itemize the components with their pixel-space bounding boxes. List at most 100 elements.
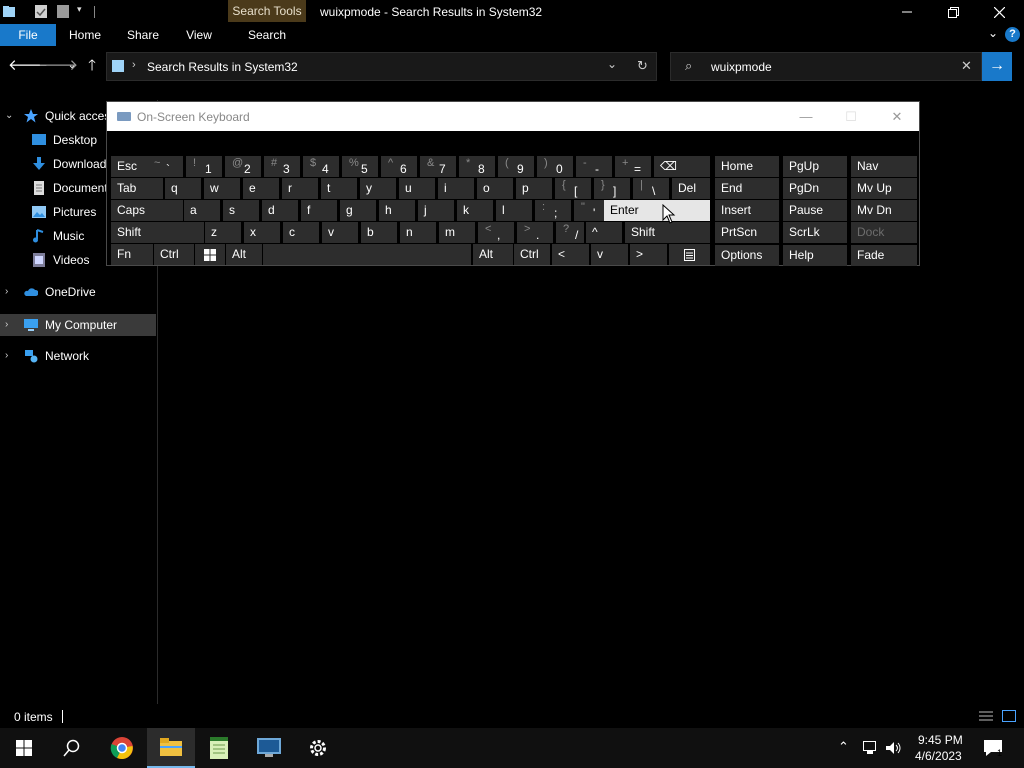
search-go-button[interactable]: →: [982, 52, 1012, 81]
notepad-app[interactable]: [196, 728, 244, 768]
key-s[interactable]: s: [223, 200, 259, 221]
key-row2-11[interactable]: {[: [555, 178, 591, 199]
chrome-app[interactable]: [98, 728, 146, 768]
key-f[interactable]: f: [301, 200, 337, 221]
clock-date[interactable]: 4/6/2023: [915, 749, 962, 763]
key-prtscn[interactable]: PrtScn: [715, 222, 779, 243]
key-del[interactable]: Del: [672, 178, 710, 199]
show-hidden-icons-icon[interactable]: ⌃: [838, 739, 849, 755]
expand-chevron-icon[interactable]: ›: [5, 345, 8, 367]
close-button[interactable]: [976, 0, 1022, 24]
forward-button[interactable]: 🡒: [38, 56, 78, 76]
osk-close-button[interactable]: ✕: [882, 107, 912, 127]
key-row4-9[interactable]: >.: [517, 222, 553, 243]
key-x[interactable]: x: [244, 222, 280, 243]
key-e[interactable]: e: [243, 178, 279, 199]
large-icons-view-icon[interactable]: [1002, 710, 1016, 722]
search-box[interactable]: ⌕ wuixpmode ✕: [670, 52, 982, 81]
key-menu[interactable]: [669, 244, 710, 265]
key-scrlk[interactable]: ScrLk: [783, 222, 847, 243]
key-n[interactable]: n: [400, 222, 436, 243]
clock-time[interactable]: 9:45 PM: [918, 733, 963, 747]
key-y[interactable]: y: [360, 178, 396, 199]
key-esc[interactable]: Esc: [111, 156, 147, 177]
key-row1-14[interactable]: ⌫: [654, 156, 710, 177]
key-help[interactable]: Help: [783, 245, 847, 266]
key-2[interactable]: @2: [225, 156, 261, 177]
key-row4-11[interactable]: ^: [586, 222, 622, 243]
key-insert[interactable]: Insert: [715, 200, 779, 221]
key-row3-11[interactable]: " ': [574, 200, 604, 221]
new-folder-icon[interactable]: [56, 4, 70, 19]
key-8[interactable]: * 8: [459, 156, 495, 177]
notifications-icon[interactable]: 1: [983, 739, 1003, 757]
key-r[interactable]: r: [282, 178, 318, 199]
nav-network[interactable]: › Network: [0, 345, 156, 367]
recent-locations-button[interactable]: ⌄: [62, 56, 82, 76]
osk-maximize-button[interactable]: ☐: [836, 107, 866, 127]
help-icon[interactable]: ?: [1005, 27, 1020, 42]
expand-chevron-icon[interactable]: ⌄: [5, 105, 13, 127]
tab-search[interactable]: Search: [236, 24, 298, 46]
key-pgdn[interactable]: PgDn: [783, 178, 847, 199]
key-l[interactable]: l: [496, 200, 532, 221]
properties-icon[interactable]: [34, 4, 48, 19]
key-tab[interactable]: Tab: [111, 178, 163, 199]
tab-view[interactable]: View: [176, 24, 222, 46]
folder-icon[interactable]: [2, 4, 16, 19]
chevron-down-icon[interactable]: ⌄: [988, 26, 998, 40]
key-i[interactable]: i: [438, 178, 474, 199]
key-alt[interactable]: Alt: [473, 244, 513, 265]
key-q[interactable]: q: [165, 178, 201, 199]
key-j[interactable]: j: [418, 200, 454, 221]
tab-share[interactable]: Share: [120, 24, 166, 46]
address-dropdown-icon[interactable]: ⌄: [607, 57, 617, 71]
search-input[interactable]: wuixpmode: [711, 60, 772, 74]
key-nav[interactable]: Nav: [851, 156, 917, 177]
key-9[interactable]: (9: [498, 156, 534, 177]
expand-chevron-icon[interactable]: ›: [5, 281, 8, 303]
key-p[interactable]: p: [516, 178, 552, 199]
key-k[interactable]: k: [457, 200, 493, 221]
volume-icon[interactable]: [886, 741, 902, 755]
key-windows[interactable]: [195, 244, 225, 265]
key-v[interactable]: v: [322, 222, 358, 243]
key-row4-10[interactable]: ? /: [556, 222, 584, 243]
restore-button[interactable]: [930, 0, 976, 24]
key-h[interactable]: h: [379, 200, 415, 221]
key-m[interactable]: m: [439, 222, 475, 243]
search-button[interactable]: [48, 728, 96, 768]
osk-title-bar[interactable]: On-Screen Keyboard — ☐ ✕: [107, 102, 919, 131]
osk-minimize-button[interactable]: —: [791, 107, 821, 127]
key-0[interactable]: ) 0: [537, 156, 573, 177]
key-3[interactable]: #3: [264, 156, 300, 177]
clear-search-icon[interactable]: ✕: [961, 58, 972, 74]
key-space[interactable]: [263, 244, 471, 265]
network-status-icon[interactable]: [863, 741, 879, 755]
key-mvdn[interactable]: Mv Dn: [851, 200, 917, 221]
refresh-icon[interactable]: ↻: [637, 58, 648, 74]
nav-onedrive[interactable]: › OneDrive: [0, 281, 156, 303]
key-row1-12[interactable]: --: [576, 156, 612, 177]
start-button[interactable]: [0, 728, 48, 768]
key-7[interactable]: & 7: [420, 156, 456, 177]
key-fade[interactable]: Fade: [851, 245, 917, 266]
minimize-button[interactable]: [884, 0, 930, 24]
key-6[interactable]: ^ 6: [381, 156, 417, 177]
key-shift[interactable]: Shift: [111, 222, 204, 243]
key-row1-13[interactable]: + =: [615, 156, 651, 177]
address-bar[interactable]: › Search Results in System32 ⌄ ↻: [106, 52, 657, 81]
key-ctrl[interactable]: Ctrl: [154, 244, 194, 265]
key-o[interactable]: o: [477, 178, 513, 199]
key-alt[interactable]: Alt: [226, 244, 262, 265]
key-z[interactable]: z: [205, 222, 241, 243]
key-end[interactable]: End: [715, 178, 779, 199]
key-u[interactable]: u: [399, 178, 435, 199]
key-row3-10[interactable]: :;: [535, 200, 571, 221]
key-shift[interactable]: Shift: [625, 222, 710, 243]
key-d[interactable]: d: [262, 200, 298, 221]
key-home[interactable]: Home: [715, 156, 779, 177]
key-row1-1[interactable]: ~ `: [147, 156, 183, 177]
key-row2-12[interactable]: }]: [594, 178, 630, 199]
key-fn[interactable]: Fn: [111, 244, 153, 265]
